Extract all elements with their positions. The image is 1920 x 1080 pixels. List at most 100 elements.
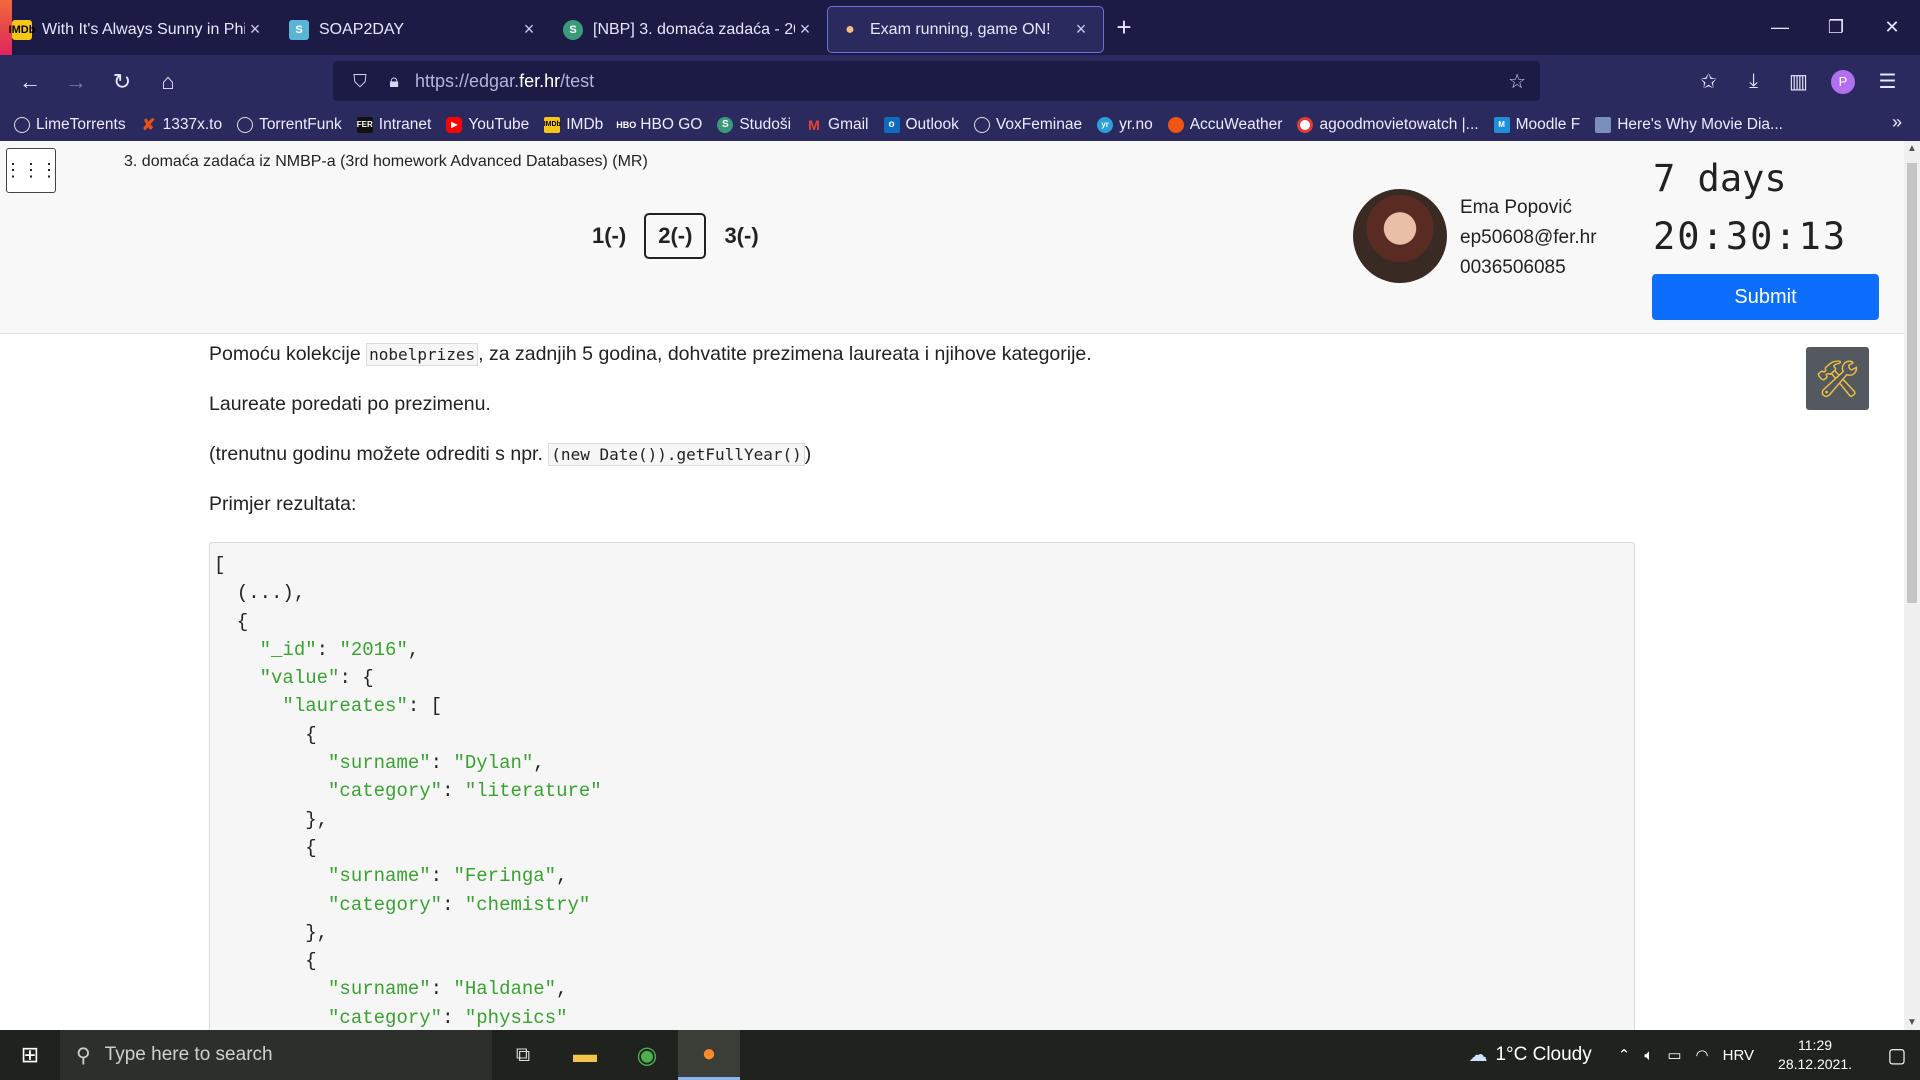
close-tab-icon[interactable]: ×	[245, 19, 265, 40]
submit-button[interactable]: Submit	[1652, 274, 1879, 320]
weather-widget[interactable]: ☁ 1°C Cloudy	[1468, 1044, 1591, 1067]
hbo-icon: HBO	[616, 119, 637, 130]
sidebar-icon[interactable]: ▥	[1776, 69, 1821, 94]
toolbar-right: ✩ ⤓ ▥ P ☰	[1686, 55, 1910, 108]
question-paragraph: Pomoću kolekcije nobelprizes, za zadnjih…	[209, 343, 1092, 366]
task-view-icon[interactable]: ⧉	[492, 1030, 554, 1080]
scroll-down-icon[interactable]: ▼	[1904, 1017, 1920, 1028]
page-viewport: ⋮⋮⋮ 3. domaća zadaća iz NMBP-a (3rd home…	[0, 141, 1920, 1030]
student-info: Ema Popović ep50608@fer.hr 0036506085	[1460, 193, 1597, 283]
chrome-icon[interactable]: ◉	[616, 1030, 678, 1080]
globe-icon	[973, 116, 990, 133]
youtube-icon: ▶	[446, 116, 463, 133]
page-scrollbar[interactable]: ▲ ▼	[1904, 141, 1920, 1030]
bookmark-movie-dialogue[interactable]: Here's Why Movie Dia...	[1595, 116, 1783, 134]
notification-icon[interactable]: ▢	[1874, 1043, 1920, 1068]
browser-tab[interactable]: S SOAP2DAY ×	[277, 6, 551, 53]
question-2-button[interactable]: 2(-)	[644, 213, 707, 259]
bookmark-gmail[interactable]: M Gmail	[806, 116, 868, 134]
student-name: Ema Popović	[1460, 197, 1572, 218]
bookmark-imdb[interactable]: IMDb IMDb	[544, 116, 603, 134]
url-bar[interactable]: ⛉ 🔒︎ https://edgar. fer.hr/test ☆	[333, 61, 1540, 101]
question-text: Pomoću kolekcije nobelprizes, za zadnjih…	[209, 341, 1639, 541]
bookmark-star-icon[interactable]: ☆	[1508, 69, 1526, 94]
back-icon[interactable]: ←	[8, 60, 52, 104]
bookmark-intranet[interactable]: FER Intranet	[356, 116, 431, 134]
tools-icon[interactable]: 🛠︎	[1806, 347, 1869, 410]
accuweather-icon	[1167, 116, 1184, 133]
window-controls: — ❐ ✕	[1752, 0, 1920, 55]
bookmarks-bar: LimeTorrents ✘ 1337x.to TorrentFunk FER In…	[0, 108, 1920, 141]
scroll-up-icon[interactable]: ▲	[1904, 143, 1920, 154]
bookmark-torrentfunk[interactable]: TorrentFunk	[237, 116, 342, 134]
search-icon: ⚲	[76, 1044, 91, 1067]
home-icon[interactable]: ⌂	[146, 60, 190, 104]
bookmark-1337x[interactable]: ✘ 1337x.to	[141, 116, 222, 134]
avatar	[1353, 189, 1447, 283]
profile-icon[interactable]: P	[1831, 69, 1855, 94]
exam-title: 3. domaća zadaća iz NMBP-a (3rd homework…	[124, 153, 648, 170]
exam-header: ⋮⋮⋮ 3. domaća zadaća iz NMBP-a (3rd home…	[0, 141, 1904, 334]
wifi-icon[interactable]: ◠	[1696, 1046, 1709, 1064]
browser-tab-active[interactable]: ● Exam running, game ON! ×	[827, 6, 1104, 53]
minimize-icon[interactable]: —	[1752, 0, 1808, 55]
student-id: 0036506085	[1460, 257, 1566, 278]
outlook-icon: o	[883, 116, 900, 133]
volume-icon[interactable]: 🔈︎	[1644, 1047, 1653, 1064]
lock-icon[interactable]: 🔒︎	[381, 71, 407, 92]
moodle-icon: M	[1493, 116, 1510, 133]
bookmark-studosi[interactable]: S Studoši	[717, 116, 791, 134]
bookmark-accuweather[interactable]: AccuWeather	[1167, 116, 1282, 134]
chevron-up-icon[interactable]: ⌃	[1618, 1046, 1631, 1064]
reload-icon[interactable]: ↻	[100, 60, 144, 104]
x-icon: ✘	[141, 116, 156, 134]
gmail-icon: M	[808, 116, 820, 133]
close-tab-icon[interactable]: ×	[795, 19, 815, 40]
taskbar: ⊞ ⚲ Type here to search ⧉ ▬ ◉ ● ☁ 1°C Clo…	[0, 1030, 1920, 1080]
clock-date: 28.12.2021.	[1778, 1056, 1852, 1072]
close-tab-icon[interactable]: ×	[519, 19, 539, 40]
browser-tab[interactable]: S [NBP] 3. domaća zadaća - 2021 ×	[551, 6, 827, 53]
yr-icon: yr	[1097, 116, 1114, 133]
browser-tab-strip: IMDb With It's Always Sunny in Philad × …	[0, 0, 1920, 55]
navigation-bar: ← → ↻ ⌂ ⛉ 🔒︎ https://edgar. fer.hr/test ☆…	[0, 55, 1920, 108]
chevron-right-icon[interactable]: »	[1892, 112, 1902, 133]
download-icon[interactable]: ⤓	[1731, 70, 1776, 93]
question-navigation: 1(-) 2(-) 3(-)	[580, 213, 771, 259]
pocket-icon[interactable]: ✩	[1686, 69, 1731, 94]
new-tab-button[interactable]: +	[1104, 12, 1144, 43]
search-placeholder: Type here to search	[104, 1044, 273, 1065]
student-email: ep50608@fer.hr	[1460, 227, 1597, 248]
bookmark-yr[interactable]: yr yr.no	[1097, 116, 1153, 134]
torrentfunk-icon	[237, 116, 254, 133]
bookmark-youtube[interactable]: ▶ YouTube	[446, 116, 529, 134]
shield-icon[interactable]: ⛉	[347, 71, 373, 92]
firefox-icon[interactable]: ●	[678, 1030, 740, 1080]
question-1-button[interactable]: 1(-)	[580, 213, 638, 259]
menu-icon[interactable]: ☰	[1865, 69, 1910, 94]
bookmark-outlook[interactable]: o Outlook	[883, 116, 959, 134]
bookmark-voxfeminae[interactable]: VoxFeminae	[973, 116, 1082, 134]
bookmark-agoodmovietowatch[interactable]: agoodmovietowatch |...	[1297, 116, 1479, 134]
close-tab-icon[interactable]: ×	[1071, 19, 1091, 40]
cloud-icon: ☁	[1468, 1044, 1488, 1066]
bookmark-moodle[interactable]: M Moodle F	[1493, 116, 1580, 134]
file-explorer-icon[interactable]: ▬	[554, 1030, 616, 1080]
bookmark-limetorrents[interactable]: LimeTorrents	[14, 116, 126, 134]
battery-icon[interactable]: ▭	[1667, 1046, 1681, 1064]
inline-code: (new Date()).getFullYear()	[548, 443, 805, 466]
globe-icon	[14, 116, 30, 133]
restore-icon[interactable]: ❐	[1808, 0, 1864, 55]
scrollbar-thumb[interactable]	[1907, 163, 1917, 603]
taskbar-clock[interactable]: 11:29 28.12.2021.	[1778, 1036, 1852, 1074]
close-window-icon[interactable]: ✕	[1864, 0, 1920, 55]
taskbar-search[interactable]: ⚲ Type here to search	[60, 1030, 492, 1080]
bookmark-hbo-go[interactable]: HBO HBO GO	[616, 116, 702, 134]
question-3-button[interactable]: 3(-)	[712, 213, 770, 259]
browser-tab[interactable]: IMDb With It's Always Sunny in Philad ×	[0, 6, 277, 53]
imdb-icon: IMDb	[9, 19, 35, 40]
windows-start-icon[interactable]: ⊞	[0, 1030, 60, 1080]
grid-menu-icon[interactable]: ⋮⋮⋮	[4, 148, 58, 193]
forward-icon[interactable]: →	[54, 60, 98, 104]
language-indicator[interactable]: HRV	[1723, 1047, 1754, 1064]
